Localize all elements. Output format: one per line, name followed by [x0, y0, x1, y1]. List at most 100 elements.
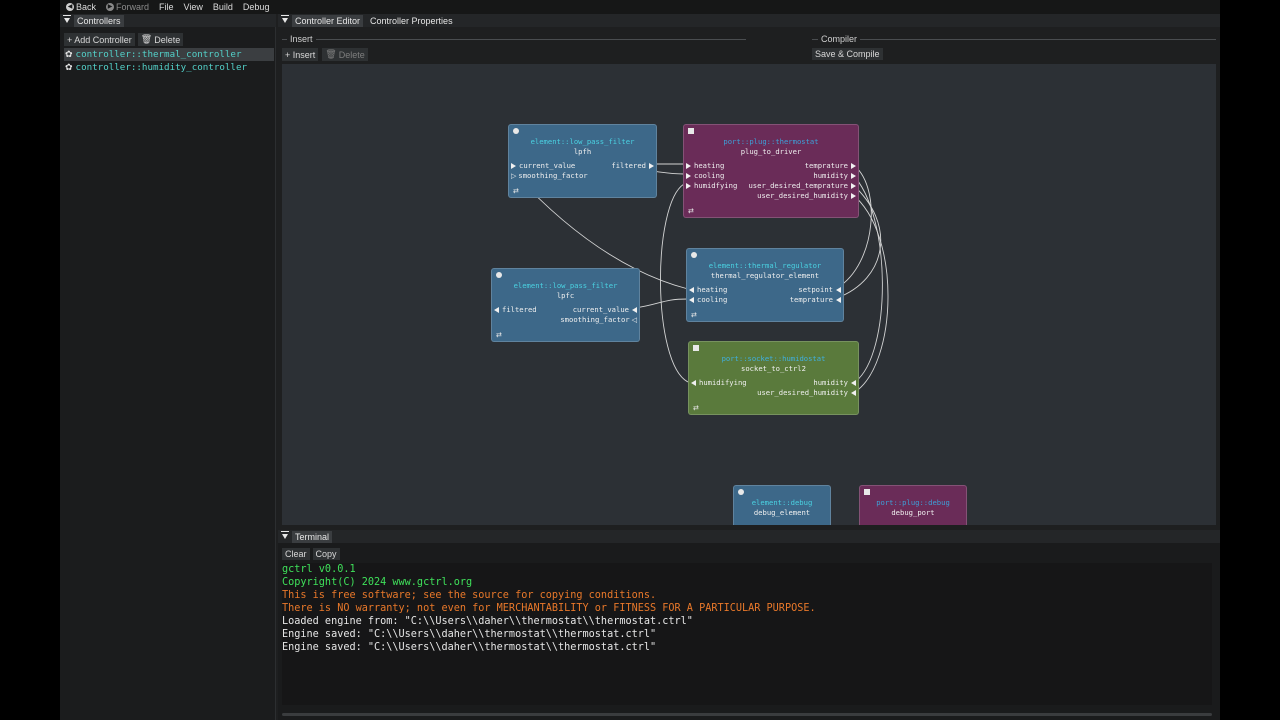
delete-controller-button[interactable]: 🗑 Delete [137, 33, 184, 46]
back-label: Back [76, 2, 97, 12]
output-pin-icon [851, 173, 856, 179]
pin-label: filtered [611, 161, 646, 170]
pin-cooling[interactable]: cooling [686, 171, 724, 180]
pin-user-desired-temprature[interactable]: user_desired_temprature [748, 181, 856, 190]
node-type-label: port::socket::humidostat [721, 354, 826, 363]
insert-button[interactable]: + Insert [282, 48, 319, 61]
output-pin-icon [691, 380, 696, 386]
port-marker-icon [693, 345, 699, 351]
pin-temprature[interactable]: temprature [805, 161, 856, 170]
node-type-label: element::low_pass_filter [530, 137, 635, 146]
pin-label: temprature [789, 295, 833, 304]
input-pin-icon [686, 183, 691, 189]
save-compile-button[interactable]: Save & Compile [812, 48, 883, 60]
output-pin-icon [851, 163, 856, 169]
add-controller-button[interactable]: + Add Controller [64, 33, 135, 46]
pin-heating[interactable]: heating [689, 285, 727, 294]
controller-editor-panel: Controller Editor Controller Properties … [278, 14, 1220, 530]
node-debug-port[interactable]: port::plug::debug debug_port [859, 485, 967, 525]
delete-node-button[interactable]: 🗑 Delete [322, 48, 368, 61]
controller-list: ✿ controller::thermal_controller ✿ contr… [64, 48, 274, 74]
menu-build[interactable]: Build [211, 2, 241, 12]
pin-heating[interactable]: heating [686, 161, 724, 170]
pin-current-value[interactable]: current_value [573, 305, 637, 314]
swap-icon[interactable]: ⇄ [688, 207, 694, 215]
node-thermal-regulator[interactable]: element::thermal_regulator thermal_regul… [686, 248, 844, 322]
pin-filtered[interactable]: filtered [494, 305, 537, 314]
pin-user-desired-humidity[interactable]: user_desired_humidity [757, 191, 856, 200]
pin-cooling[interactable]: cooling [689, 295, 727, 304]
terminal-output[interactable]: gctrl v0.0.1 Copyright(C) 2024 www.gctrl… [282, 563, 1212, 705]
pin-temprature[interactable]: temprature [790, 295, 841, 304]
pin-humidity[interactable]: humidity [813, 378, 856, 387]
pin-label: temprature [804, 161, 848, 170]
swap-icon[interactable]: ⇄ [496, 331, 502, 339]
controller-item-label: controller::thermal_controller [75, 49, 242, 60]
port-marker-icon [864, 489, 870, 495]
collapse-icon[interactable] [281, 531, 289, 539]
pin-label: user_desired_temprature [748, 181, 848, 190]
collapse-icon[interactable] [63, 15, 71, 23]
tab-terminal[interactable]: Terminal [292, 530, 333, 543]
node-canvas[interactable]: element::low_pass_filter lpfh current_va… [282, 64, 1216, 525]
pin-humidifying[interactable]: humidifying [691, 378, 747, 387]
input-pin-icon [686, 163, 691, 169]
pin-smoothing-factor[interactable]: smoothing_factor ◁ [560, 315, 637, 324]
pin-humidity[interactable]: humidity [813, 171, 856, 180]
controller-item-humidity[interactable]: ✿ controller::humidity_controller [64, 61, 274, 74]
node-socket-to-ctrl2[interactable]: port::socket::humidostat socket_to_ctrl2… [688, 341, 859, 415]
output-pin-icon [649, 163, 654, 169]
terminal-panel: Terminal Clear Copy gctrl v0.0.1 Copyrig… [278, 530, 1220, 720]
tab-controller-properties[interactable]: Controller Properties [367, 15, 456, 27]
tab-controller-editor[interactable]: Controller Editor [292, 14, 364, 27]
trash-icon: 🗑 [325, 49, 337, 59]
node-lpfh[interactable]: element::low_pass_filter lpfh current_va… [508, 124, 657, 198]
collapse-icon[interactable] [281, 15, 289, 23]
node-debug-element[interactable]: element::debug debug_element [733, 485, 831, 525]
controller-item-thermal[interactable]: ✿ controller::thermal_controller [64, 48, 274, 61]
forward-label: Forward [116, 2, 150, 12]
pin-filtered[interactable]: filtered [611, 161, 654, 170]
pin-label: smoothing_factor [518, 171, 588, 180]
output-pin-icon [851, 193, 856, 199]
pin-label: heating [694, 161, 725, 170]
element-marker-icon [691, 252, 697, 258]
pin-humidfying[interactable]: humidfying [686, 181, 737, 190]
swap-icon[interactable]: ⇄ [513, 187, 519, 195]
copy-button[interactable]: Copy [312, 548, 340, 560]
node-lpfc[interactable]: element::low_pass_filter lpfc filtered c… [491, 268, 640, 342]
menubar: ◀ Back ▶ Forward File View Build Debug [60, 0, 1220, 14]
forward-button[interactable]: ▶ Forward [104, 2, 157, 12]
pin-setpoint[interactable]: setpoint [798, 285, 841, 294]
compiler-divider [812, 39, 1216, 40]
pin-label: humidity [813, 171, 848, 180]
node-name-label: debug_port [891, 508, 935, 517]
menu-view[interactable]: View [182, 2, 211, 12]
node-name-label: lpfh [573, 147, 592, 156]
pin-current-value[interactable]: current_value [511, 161, 575, 170]
output-pin-icon [851, 183, 856, 189]
pin-smoothing-factor[interactable]: ▷ smoothing_factor [511, 171, 588, 180]
controllers-tab[interactable]: Controllers [74, 14, 124, 27]
insert-divider [282, 39, 746, 40]
input-pin-icon [851, 390, 856, 396]
node-plug-to-driver[interactable]: port::plug::thermostat plug_to_driver he… [683, 124, 859, 218]
terminal-line: This is free software; see the source fo… [282, 590, 657, 601]
input-pin-icon [632, 307, 637, 313]
menu-file[interactable]: File [157, 2, 182, 12]
back-button[interactable]: ◀ Back [64, 2, 104, 12]
delete-controller-label: Delete [154, 34, 181, 45]
menu-debug[interactable]: Debug [241, 2, 278, 12]
clear-button[interactable]: Clear [282, 548, 310, 560]
gear-icon: ✿ [65, 49, 73, 60]
node-type-label: element::thermal_regulator [708, 261, 822, 270]
swap-icon[interactable]: ⇄ [693, 404, 699, 412]
swap-icon[interactable]: ⇄ [691, 311, 697, 319]
horizontal-scrollbar[interactable] [282, 713, 1212, 716]
pin-user-desired-humidity[interactable]: user_desired_humidity [757, 388, 856, 397]
terminal-line: Engine saved: "C:\\Users\\daher\\thermos… [282, 642, 657, 653]
pin-label: filtered [502, 305, 537, 314]
node-type-label: element::low_pass_filter [513, 281, 618, 290]
insert-toolbar: + Insert 🗑 Delete [282, 48, 368, 61]
trash-icon: 🗑 [140, 34, 153, 44]
